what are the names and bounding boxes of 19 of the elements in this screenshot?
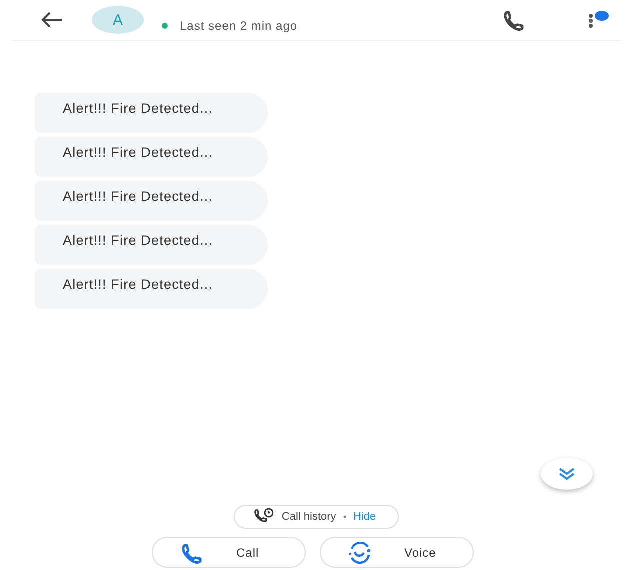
double-chevron-down-icon [557,467,577,481]
separator-dot: • [343,512,346,522]
message-bubble: Alert!!! Fire Detected... [35,181,268,221]
message-bubble: Alert!!! Fire Detected... [35,137,268,177]
message-bubble: Alert!!! Fire Detected... [35,225,268,265]
voice-icon [346,540,372,564]
call-history-chip[interactable]: Call history • Hide [234,505,400,529]
message-bubble: Alert!!! Fire Detected... [35,93,268,133]
scroll-down-button[interactable] [541,458,593,490]
hide-link[interactable]: Hide [353,511,376,523]
online-dot-icon [162,23,168,29]
more-options-icon[interactable] [587,9,611,31]
last-seen-text: Last seen 2 min ago [180,19,298,33]
phone-icon[interactable] [501,9,527,31]
back-arrow-icon[interactable] [40,11,64,29]
voice-button[interactable]: Voice [320,537,474,568]
message-bubble: Alert!!! Fire Detected... [35,269,268,309]
call-button[interactable]: Call [152,537,306,568]
call-history-text: Call history [282,511,336,523]
